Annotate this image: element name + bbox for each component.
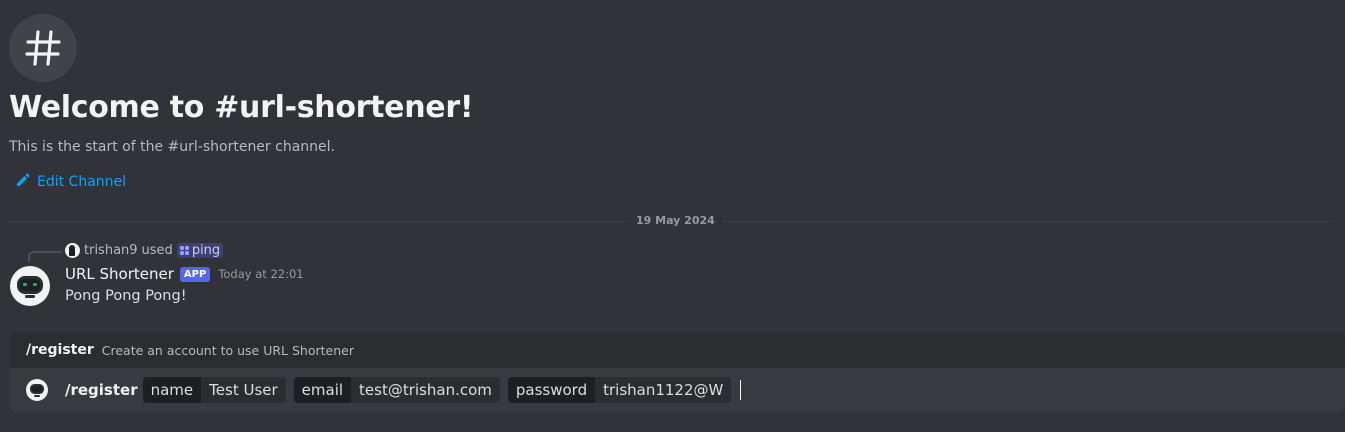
reply-spine: [28, 251, 62, 262]
command-prefix: /register: [65, 381, 138, 399]
command-composer: /register Create an account to use URL S…: [9, 332, 1345, 412]
edit-channel-link[interactable]: Edit Channel: [15, 172, 126, 192]
channel-view: Welcome to #url-shortener! This is the s…: [0, 0, 1345, 432]
message-content: Pong Pong Pong!: [65, 288, 187, 304]
app-command-icon: [179, 246, 189, 255]
option-name[interactable]: name Test User: [142, 377, 286, 403]
welcome-title: Welcome to #url-shortener!: [9, 90, 474, 125]
option-label: email: [293, 377, 352, 403]
option-value[interactable]: test@trishan.com: [351, 377, 500, 403]
reply-used-text: used: [141, 243, 173, 258]
text-caret: [740, 380, 742, 400]
app-badge: APP: [179, 266, 211, 282]
hashtag-icon: [9, 14, 77, 82]
option-email[interactable]: email test@trishan.com: [293, 377, 500, 403]
command-mention-label: ping: [191, 243, 221, 258]
option-label: password: [507, 377, 596, 403]
command-hint: /register Create an account to use URL S…: [9, 332, 1345, 368]
command-mention[interactable]: ping: [176, 243, 224, 258]
pencil-icon: [15, 172, 31, 192]
command-hint-description: Create an account to use URL Shortener: [101, 342, 354, 358]
message-timestamp[interactable]: Today at 22:01: [218, 267, 303, 281]
interaction-reference[interactable]: trishan9 used ping: [65, 243, 224, 258]
welcome-subtitle: This is the start of the #url-shortener …: [9, 139, 335, 155]
date-divider-label: 19 May 2024: [628, 214, 723, 227]
user-avatar[interactable]: [65, 243, 80, 258]
option-password[interactable]: password trishan1122@W: [507, 377, 732, 403]
bot-icon: [26, 379, 48, 401]
option-value[interactable]: trishan1122@W: [595, 377, 732, 403]
message-input[interactable]: /register name Test User email test@tris…: [9, 368, 1345, 412]
edit-channel-label: Edit Channel: [37, 174, 127, 190]
message-header: URL Shortener APP Today at 22:01: [65, 265, 304, 283]
command-hint-name: /register: [26, 342, 94, 358]
option-label: name: [142, 377, 202, 403]
author-name[interactable]: URL Shortener: [65, 265, 174, 283]
option-value[interactable]: Test User: [201, 377, 286, 403]
bot-avatar[interactable]: [10, 266, 50, 306]
reply-username[interactable]: trishan9: [84, 243, 138, 258]
